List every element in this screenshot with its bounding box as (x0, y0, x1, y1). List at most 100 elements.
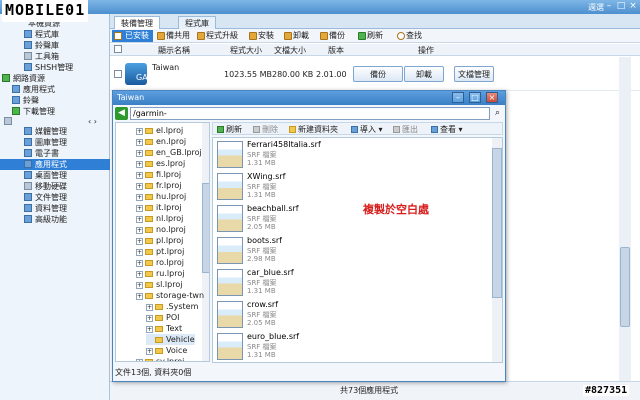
path-search-icon[interactable]: ⌕ (492, 107, 503, 120)
tree-folder[interactable]: + pl.lproj (136, 235, 183, 246)
col-program-size[interactable]: 程式大小 (230, 45, 262, 56)
maximize-icon[interactable]: □ (615, 1, 627, 12)
tree-folder[interactable]: + hu.lproj (136, 191, 186, 202)
row-checkbox[interactable] (114, 70, 122, 78)
tree-folder[interactable]: + sl.lproj (136, 279, 182, 290)
expand-toggle-icon[interactable]: + (136, 359, 143, 361)
tree-folder[interactable]: + en.lproj (136, 136, 186, 147)
sidebar-item-net-apps[interactable]: 應用程式 (0, 84, 110, 95)
tree-subfolder[interactable]: + Voice (146, 345, 187, 356)
file-item[interactable]: boots.srf SRF 檔案 2.98 MB (217, 236, 337, 267)
expand-toggle-icon[interactable]: + (136, 282, 143, 289)
sidebar-item-ebooks[interactable]: 電子書 (0, 148, 110, 159)
expand-toggle-icon[interactable]: + (136, 172, 143, 179)
select-all-checkbox[interactable] (114, 45, 122, 53)
tree-folder[interactable]: + el.lproj (136, 125, 183, 136)
sidebar-item-advanced[interactable]: 高級功能 (0, 214, 110, 225)
back-arrow-icon[interactable]: ◀ (115, 107, 128, 120)
expand-toggle-icon[interactable]: + (136, 205, 143, 212)
dialog-minimize-icon[interactable]: – (452, 92, 464, 103)
tree-folder[interactable]: + storage-twn (136, 290, 204, 301)
sidebar-item-media[interactable]: 媒體管理 (0, 126, 110, 137)
minimize-icon[interactable]: – (603, 1, 615, 12)
file-item[interactable]: euro_blue.srf SRF 檔案 1.31 MB (217, 332, 337, 362)
sidebar-item-data[interactable]: 資料管理 (0, 203, 110, 214)
expand-toggle-icon[interactable]: + (136, 260, 143, 267)
expand-toggle-icon[interactable]: + (136, 194, 143, 201)
tree-subfolder[interactable]: Vehicle (146, 334, 195, 345)
col-document-size[interactable]: 文檔大小 (274, 45, 306, 56)
main-scroll-thumb[interactable] (620, 247, 630, 327)
tree-subfolder[interactable]: + Text (146, 323, 182, 334)
expand-toggle-icon[interactable]: + (136, 271, 143, 278)
sidebar-item-net-ringtones[interactable]: 鈴聲 (0, 95, 110, 106)
file-item[interactable]: Ferrari458Italia.srf SRF 檔案 1.31 MB (217, 140, 337, 171)
sidebar-item-device-apps[interactable]: 應用程式 (0, 159, 110, 170)
tree-scrollbar[interactable] (202, 123, 209, 361)
uninstall-button[interactable]: 卸載 (282, 30, 309, 42)
sidebar-section-network[interactable]: 網路資源 (0, 73, 110, 84)
expand-toggle-icon[interactable]: + (136, 249, 143, 256)
tree-folder[interactable]: + ru.lproj (136, 268, 184, 279)
installed-button[interactable]: 已安裝 (112, 30, 153, 42)
path-input[interactable] (130, 107, 490, 120)
sidebar-item-shsh[interactable]: SHSH管理 (0, 62, 110, 73)
expand-toggle-icon[interactable]: + (136, 139, 143, 146)
tree-folder[interactable]: + it.lproj (136, 202, 181, 213)
tree-folder[interactable]: + no.lproj (136, 224, 186, 235)
new-folder-button[interactable]: 新建資料夾 (289, 124, 338, 135)
file-list-scrollbar[interactable] (492, 138, 502, 362)
search-button[interactable]: 查找 (395, 30, 422, 42)
tab-device-management[interactable]: 裝備管理 (114, 16, 160, 29)
sidebar-item-desktop[interactable]: 桌面管理 (0, 170, 110, 181)
file-refresh-button[interactable]: 刷新 (217, 124, 242, 135)
update-link[interactable]: 週選 (588, 2, 604, 13)
expand-toggle-icon[interactable]: + (136, 238, 143, 245)
col-version[interactable]: 版本 (328, 45, 344, 56)
dialog-maximize-icon[interactable]: □ (469, 92, 481, 103)
sidebar-item-gallery[interactable]: 圖庫管理 (0, 137, 110, 148)
dialog-close-icon[interactable]: × (486, 92, 498, 103)
expand-toggle-icon[interactable]: + (146, 315, 153, 322)
expand-toggle-icon[interactable]: + (136, 183, 143, 190)
file-delete-button[interactable]: 刪除 (253, 124, 278, 135)
close-icon[interactable]: × (627, 1, 639, 12)
expand-toggle-icon[interactable]: + (136, 161, 143, 168)
tab-app-library[interactable]: 程式庫 (178, 16, 216, 29)
file-item[interactable]: car_blue.srf SRF 檔案 1.31 MB (217, 268, 337, 299)
expand-toggle-icon[interactable]: + (146, 348, 153, 355)
row-backup-button[interactable]: 備份 (353, 66, 403, 82)
install-button[interactable]: 安裝 (247, 30, 274, 42)
import-button[interactable]: 導入 ▾ (351, 124, 383, 135)
tree-folder[interactable]: + fr.lproj (136, 180, 181, 191)
expand-toggle-icon[interactable]: + (136, 293, 143, 300)
row-documents-button[interactable]: 文檔管理 (454, 66, 494, 82)
tree-folder[interactable]: + en_GB.lproj (136, 147, 202, 158)
sidebar-item-app-library[interactable]: 程式庫 (0, 29, 110, 40)
file-item[interactable]: crow.srf SRF 檔案 2.05 MB (217, 300, 337, 331)
expand-toggle-icon[interactable]: + (136, 216, 143, 223)
tree-folder[interactable]: + ro.lproj (136, 257, 184, 268)
shared-button[interactable]: 備共用 (155, 30, 190, 42)
expand-toggle-icon[interactable]: + (146, 326, 153, 333)
export-button[interactable]: 匯出 (393, 124, 418, 135)
view-button[interactable]: 查看 ▾ (431, 124, 463, 135)
tree-folder[interactable]: + fi.lproj (136, 169, 181, 180)
file-item[interactable]: XWing.srf SRF 檔案 1.31 MB (217, 172, 337, 203)
refresh-button[interactable]: 刷新 (356, 30, 383, 42)
file-list-scroll-thumb[interactable] (492, 148, 502, 298)
sidebar-item-ringtones[interactable]: 鈴聲庫 (0, 40, 110, 51)
sidebar-item-usb-disk[interactable]: 移動硬碟 (0, 181, 110, 192)
sidebar-item-toolbox[interactable]: 工具箱 (0, 51, 110, 62)
file-list[interactable]: Ferrari458Italia.srf SRF 檔案 1.31 MB XWing.s… (212, 137, 503, 363)
expand-toggle-icon[interactable]: + (136, 227, 143, 234)
tree-subfolder[interactable]: + POI (146, 312, 179, 323)
upgrade-button[interactable]: 程式升級 (195, 30, 238, 42)
backup-button[interactable]: 備份 (318, 30, 345, 42)
tree-folder[interactable]: + es.lproj (136, 158, 185, 169)
tree-folder[interactable]: + pt.lproj (136, 246, 184, 257)
row-uninstall-button[interactable]: 卸載 (404, 66, 444, 82)
col-display-name[interactable]: 顯示名稱 (158, 45, 190, 56)
dialog-title-bar[interactable]: Taiwan – □ × (113, 91, 505, 105)
tree-folder[interactable]: + sv.lproj (136, 356, 184, 361)
